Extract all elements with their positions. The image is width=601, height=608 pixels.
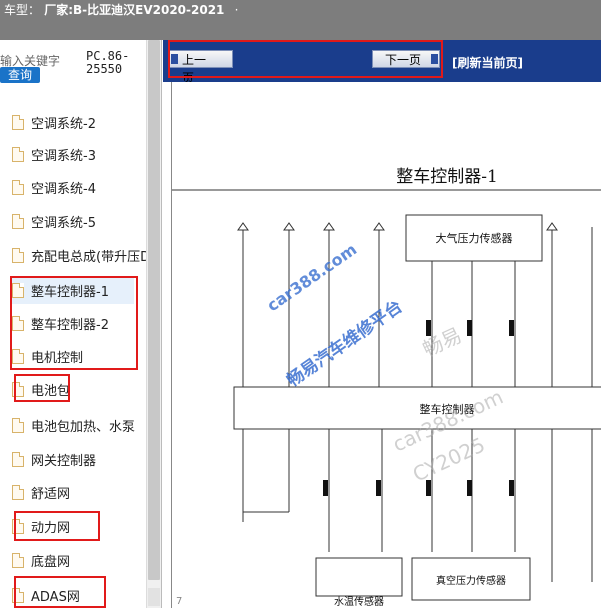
scroll-down-arrow-icon[interactable] (148, 588, 160, 606)
highlight-box-battery (14, 374, 70, 402)
document-icon (12, 417, 24, 433)
list-item[interactable]: 电池包加热、水泵 (12, 411, 135, 439)
list-item-label: 底盘网 (31, 554, 71, 570)
title-dot: · (234, 3, 239, 17)
document-icon (12, 552, 24, 568)
document-icon (12, 451, 24, 467)
document-icon (12, 179, 24, 195)
pc-id: PC.86- 25550 (86, 50, 129, 76)
app-window: 车型： 厂家:B-比亚迪汉EV2020-2021 · 输入关键字 查询 PC.8… (0, 0, 601, 608)
wiring-diagram: 整车控制器-1 大气压力传感器 整车控制器 水温传感器 真空压力传感器 car3… (171, 82, 601, 608)
highlight-box-power-network (14, 511, 100, 541)
vehicle-prefix: 车型： (4, 3, 41, 17)
pc-id-line2: 25550 (86, 62, 123, 76)
list-item[interactable]: 充配电总成(带升压DC) (12, 241, 146, 269)
document-icon (12, 484, 24, 500)
sidebar: 输入关键字 查询 PC.86- 25550 空调系统-2 空调系统-3 空调系统… (0, 40, 162, 608)
document-icon (12, 146, 24, 162)
list-item-label: 空调系统-2 (31, 116, 96, 132)
list-item-label: 电池包加热、水泵 (31, 419, 136, 435)
vehicle-title: 厂家:B-比亚迪汉EV2020-2021 (44, 3, 225, 17)
watermark-line3: 畅易 (419, 323, 465, 362)
list-item-label: 空调系统-4 (31, 181, 96, 197)
search-area: 输入关键字 查询 PC.86- 25550 (0, 40, 161, 98)
wiring-diagram-svg: 整车控制器-1 大气压力传感器 整车控制器 水温传感器 真空压力传感器 car3… (172, 167, 601, 608)
highlight-box-page-nav (168, 40, 443, 78)
sensor-box-water (315, 557, 403, 597)
document-icon (12, 247, 24, 263)
viewer-toolbar: 上一页 下一页 [刷新当前页] (163, 40, 601, 85)
watermark-line2: 畅易汽车维修平台 (283, 296, 406, 391)
list-item-label: 充配电总成(带升压DC) (31, 249, 146, 265)
list-item-label: 网关控制器 (31, 453, 97, 469)
watermark-line1: car388.com (263, 240, 360, 316)
diagram-title: 整车控制器-1 (396, 167, 498, 187)
list-item[interactable]: 网关控制器 (12, 445, 96, 473)
list-item[interactable]: 底盘网 (12, 546, 70, 574)
document-list: 空调系统-2 空调系统-3 空调系统-4 空调系统-5 充配电总成(带升压DC)… (0, 102, 146, 608)
list-item[interactable]: 空调系统-4 (12, 173, 96, 201)
highlight-box-adas-network (14, 576, 106, 608)
list-item[interactable]: 空调系统-2 (12, 108, 96, 136)
sensor-water-label: 水温传感器 (334, 595, 384, 608)
list-item[interactable]: 空调系统-3 (12, 140, 96, 168)
refresh-page-link[interactable]: [刷新当前页] (452, 54, 523, 71)
list-item-label: 舒适网 (31, 486, 71, 502)
document-icon (12, 114, 24, 130)
list-item-label: 空调系统-3 (31, 148, 96, 164)
search-button[interactable]: 查询 (0, 67, 40, 83)
sidebar-scroll-thumb[interactable] (148, 40, 160, 580)
document-icon (12, 213, 24, 229)
page-number: 7 (176, 596, 182, 607)
sensor-top-label: 大气压力传感器 (436, 231, 513, 245)
title-bar: 车型： 厂家:B-比亚迪汉EV2020-2021 · (0, 0, 601, 40)
document-viewer: 上一页 下一页 [刷新当前页] 整车控制器-1 大气压力传感器 整车控制器 水温… (163, 40, 601, 608)
pc-id-line1: PC.86- (86, 49, 130, 63)
sensor-vacuum-label: 真空压力传感器 (436, 574, 506, 587)
list-item[interactable]: 空调系统-5 (12, 207, 96, 235)
highlight-box-controllers (10, 276, 138, 370)
list-item[interactable]: 舒适网 (12, 478, 70, 506)
list-item-label: 空调系统-5 (31, 215, 96, 231)
